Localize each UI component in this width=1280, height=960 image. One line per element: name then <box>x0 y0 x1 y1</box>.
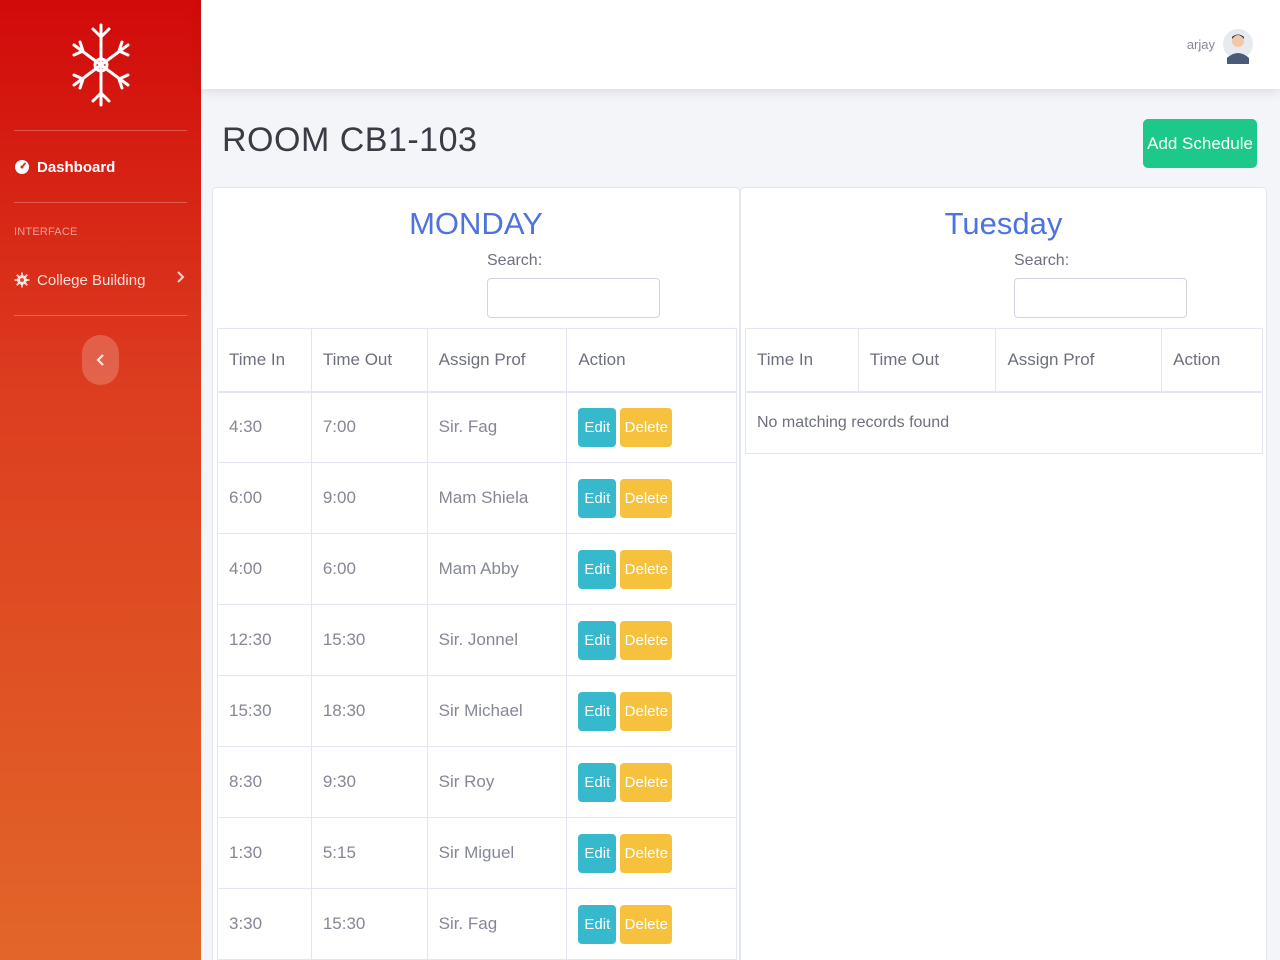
empty-row: No matching records found <box>745 391 1263 454</box>
edit-button[interactable]: Edit <box>578 833 617 873</box>
tuesday-card: Tuesday Search: Time In Time Out Assign … <box>740 187 1267 960</box>
time-in-cell: 1:30 <box>217 817 312 889</box>
prof-cell: Sir Roy <box>426 746 568 818</box>
sidebar-item-college-building[interactable]: College Building <box>14 268 189 292</box>
prof-cell: Sir. Fag <box>426 391 568 463</box>
day-title: Tuesday <box>944 206 1063 241</box>
delete-button[interactable]: Delete <box>620 762 673 802</box>
column-header[interactable]: Time Out <box>310 328 428 393</box>
delete-button[interactable]: Delete <box>620 691 673 731</box>
search-label: Search: <box>1014 252 1070 269</box>
delete-button[interactable]: Delete <box>620 549 673 589</box>
time-in-cell: 3:30 <box>217 888 312 960</box>
sidebar-toggle-button[interactable] <box>82 335 119 385</box>
time-out-cell: 18:30 <box>310 675 428 747</box>
prof-cell: Sir Michael <box>426 675 568 747</box>
delete-button[interactable]: Delete <box>620 620 673 660</box>
sidebar-item-label: College Building <box>37 271 146 289</box>
time-out-cell: 6:00 <box>310 533 428 605</box>
avatar <box>1223 29 1253 64</box>
edit-button[interactable]: Edit <box>578 904 617 944</box>
action-cell: Edit Delete <box>566 675 737 747</box>
topbar: arjay <box>201 0 1280 89</box>
time-out-cell: 5:15 <box>310 817 428 889</box>
sidebar-item-label: Dashboard <box>37 158 116 176</box>
action-cell: Edit Delete <box>566 533 737 605</box>
tuesday-search-input[interactable] <box>1014 278 1187 318</box>
sidebar-divider <box>14 130 187 131</box>
gear-icon <box>14 272 30 288</box>
add-schedule-button[interactable]: Add Schedule <box>1143 119 1257 168</box>
delete-button[interactable]: Delete <box>620 833 673 873</box>
action-cell: Edit Delete <box>566 391 737 463</box>
action-cell: Edit Delete <box>566 888 737 960</box>
prof-cell: Sir. Jonnel <box>426 604 568 676</box>
action-cell: Edit Delete <box>566 462 737 534</box>
column-header[interactable]: Time In <box>745 328 859 393</box>
table-row: 4:30 7:00 Sir. Fag Edit Delete <box>217 391 737 463</box>
monday-search-input[interactable] <box>487 278 660 318</box>
brand-logo-link[interactable] <box>0 0 201 130</box>
time-out-cell: 7:00 <box>310 391 428 463</box>
table-row: 1:30 5:15 Sir Miguel Edit Delete <box>217 817 737 889</box>
action-cell: Edit Delete <box>566 604 737 676</box>
time-out-cell: 9:30 <box>310 746 428 818</box>
time-out-cell: 15:30 <box>310 888 428 960</box>
user-menu[interactable]: arjay <box>1187 24 1253 64</box>
sidebar: Dashboard INTERFACE College Building <box>0 0 201 960</box>
empty-message: No matching records found <box>745 391 1263 454</box>
column-header[interactable]: Time In <box>217 328 312 393</box>
action-cell: Edit Delete <box>566 817 737 889</box>
table-row: 12:30 15:30 Sir. Jonnel Edit Delete <box>217 604 737 676</box>
time-in-cell: 4:00 <box>217 533 312 605</box>
table-row: 8:30 9:30 Sir Roy Edit Delete <box>217 746 737 818</box>
chevron-right-icon <box>175 270 185 288</box>
time-in-cell: 6:00 <box>217 462 312 534</box>
time-in-cell: 8:30 <box>217 746 312 818</box>
delete-button[interactable]: Delete <box>620 407 673 447</box>
sidebar-divider <box>14 315 187 316</box>
action-cell: Edit Delete <box>566 746 737 818</box>
day-title: MONDAY <box>409 206 543 241</box>
page-title: ROOM CB1-103 <box>222 121 478 159</box>
search-label: Search: <box>487 252 543 269</box>
sidebar-heading: INTERFACE <box>14 226 78 238</box>
snowflake-logo-icon <box>72 23 129 107</box>
time-out-cell: 15:30 <box>310 604 428 676</box>
edit-button[interactable]: Edit <box>578 407 617 447</box>
column-header[interactable]: Time Out <box>857 328 997 393</box>
column-header[interactable]: Action <box>566 328 737 393</box>
table-row: 6:00 9:00 Mam Shiela Edit Delete <box>217 462 737 534</box>
prof-cell: Mam Abby <box>426 533 568 605</box>
sidebar-item-dashboard[interactable]: Dashboard <box>14 155 189 179</box>
tuesday-schedule-table: Time In Time Out Assign Prof Action No m… <box>745 328 1263 454</box>
time-out-cell: 9:00 <box>310 462 428 534</box>
table-row: 4:00 6:00 Mam Abby Edit Delete <box>217 533 737 605</box>
edit-button[interactable]: Edit <box>578 762 617 802</box>
tachometer-icon <box>14 159 30 175</box>
prof-cell: Mam Shiela <box>426 462 568 534</box>
edit-button[interactable]: Edit <box>578 691 617 731</box>
time-in-cell: 12:30 <box>217 604 312 676</box>
sidebar-divider <box>14 202 187 203</box>
column-header[interactable]: Assign Prof <box>995 328 1163 393</box>
edit-button[interactable]: Edit <box>578 620 617 660</box>
monday-schedule-table: Time In Time Out Assign Prof Action 4:30… <box>217 328 737 960</box>
column-header[interactable]: Assign Prof <box>426 328 568 393</box>
prof-cell: Sir. Fag <box>426 888 568 960</box>
delete-button[interactable]: Delete <box>620 904 673 944</box>
prof-cell: Sir Miguel <box>426 817 568 889</box>
time-in-cell: 15:30 <box>217 675 312 747</box>
delete-button[interactable]: Delete <box>620 478 673 518</box>
time-in-cell: 4:30 <box>217 391 312 463</box>
table-row: 15:30 18:30 Sir Michael Edit Delete <box>217 675 737 747</box>
username: arjay <box>1186 36 1215 52</box>
monday-card: MONDAY Search: Time In Time Out Assign P… <box>212 187 740 960</box>
chevron-left-icon <box>95 354 104 366</box>
table-row: 3:30 15:30 Sir. Fag Edit Delete <box>217 888 737 960</box>
edit-button[interactable]: Edit <box>578 549 617 589</box>
column-header[interactable]: Action <box>1161 328 1263 393</box>
edit-button[interactable]: Edit <box>578 478 617 518</box>
